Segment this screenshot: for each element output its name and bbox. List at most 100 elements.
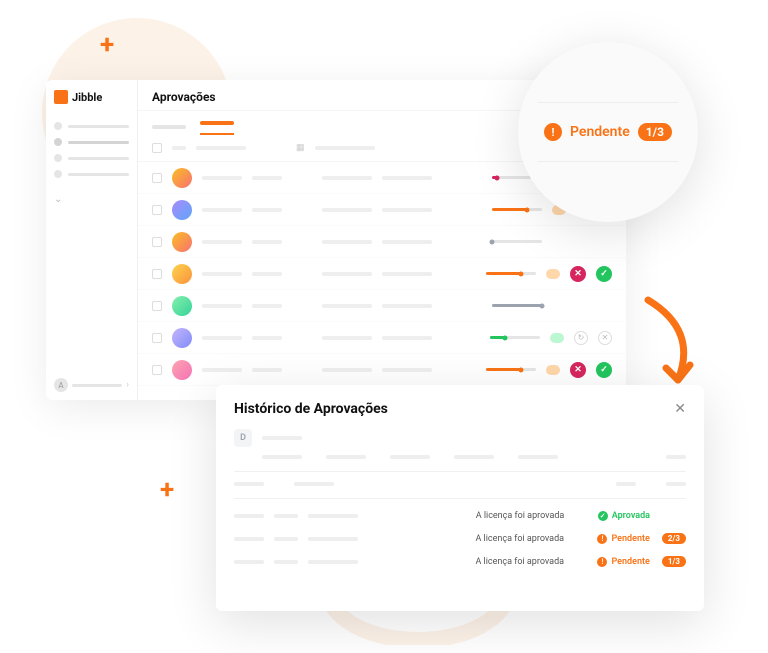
user-avatar <box>172 328 192 348</box>
user-avatar: A <box>54 378 68 392</box>
user-avatar: D <box>234 429 252 447</box>
cell <box>322 368 372 372</box>
cell <box>202 176 242 180</box>
status-badge <box>546 269 560 279</box>
cell <box>382 336 432 340</box>
user-avatar <box>172 232 192 252</box>
modal-subheader: D <box>234 429 686 447</box>
history-row: A licença foi aprovada ✓ Aprovada <box>234 505 686 527</box>
cell <box>252 304 282 308</box>
chevron-down-icon[interactable]: ⌄ <box>54 194 129 205</box>
cell <box>202 272 242 276</box>
zoom-callout: ! Pendente 1/3 <box>518 42 698 222</box>
cell <box>382 304 432 308</box>
status-count-badge: 2/3 <box>662 533 686 544</box>
user-avatar <box>172 360 192 380</box>
cell <box>202 368 242 372</box>
approve-button[interactable]: ✓ <box>596 266 612 282</box>
chevron-right-icon: › <box>126 380 129 390</box>
cell <box>382 176 432 180</box>
sidebar-footer[interactable]: A › <box>54 378 129 392</box>
progress-slider <box>492 304 542 307</box>
select-all-checkbox[interactable] <box>152 143 162 153</box>
cell <box>202 304 242 308</box>
cell <box>322 240 372 244</box>
status-badge: ! Pendente <box>597 557 649 567</box>
alert-icon: ! <box>544 123 562 141</box>
cell <box>322 208 372 212</box>
close-icon[interactable]: ✕ <box>598 331 612 345</box>
status-badge <box>546 365 560 375</box>
row-checkbox[interactable] <box>152 333 162 343</box>
tab-active[interactable] <box>200 119 234 135</box>
arrow-icon <box>628 290 718 400</box>
close-icon[interactable]: ✕ <box>674 401 686 417</box>
status-label: Pendente <box>611 557 649 567</box>
progress-slider <box>486 368 536 371</box>
progress-slider <box>492 208 542 211</box>
cell <box>202 240 242 244</box>
cell <box>252 176 282 180</box>
cell <box>322 336 372 340</box>
history-message: A licença foi aprovada <box>475 534 585 544</box>
history-modal: Histórico de Aprovações ✕ D A licença fo… <box>216 385 704 611</box>
status-badge: ! Pendente <box>597 534 649 544</box>
row-checkbox[interactable] <box>152 173 162 183</box>
history-row: A licença foi aprovada ! Pendente 1/3 <box>234 550 686 573</box>
cell <box>322 304 372 308</box>
sidebar-item[interactable] <box>54 134 129 150</box>
progress-slider <box>490 336 540 339</box>
sidebar: Jibble ⌄ A › <box>46 80 138 400</box>
cell <box>382 368 432 372</box>
row-checkbox[interactable] <box>152 269 162 279</box>
status-count-badge: 1/3 <box>638 123 672 141</box>
cell <box>252 208 282 212</box>
approve-button[interactable]: ✓ <box>596 362 612 378</box>
table-row[interactable] <box>138 290 626 322</box>
modal-title: Histórico de Aprovações <box>234 401 388 417</box>
brand-name: Jibble <box>72 91 102 104</box>
user-avatar <box>172 168 192 188</box>
history-list: A licença foi aprovada ✓ Aprovada A lice… <box>234 505 686 573</box>
reject-button[interactable]: ✕ <box>570 266 586 282</box>
brand-logo[interactable]: Jibble <box>54 90 129 104</box>
row-checkbox[interactable] <box>152 205 162 215</box>
progress-slider <box>486 272 536 275</box>
column-header <box>172 146 186 150</box>
table-row[interactable] <box>138 226 626 258</box>
calendar-icon[interactable]: ▦ <box>296 143 305 153</box>
sidebar-item[interactable] <box>54 166 129 182</box>
sidebar-item[interactable] <box>54 118 129 134</box>
cell <box>252 336 282 340</box>
reject-button[interactable]: ✕ <box>570 362 586 378</box>
cell <box>382 240 432 244</box>
history-icon[interactable]: ↻ <box>574 331 588 345</box>
cell <box>252 368 282 372</box>
history-message: A licença foi aprovada <box>476 511 586 521</box>
tab[interactable] <box>152 119 186 135</box>
column-header <box>196 146 246 150</box>
row-checkbox[interactable] <box>152 365 162 375</box>
modal-columns <box>234 455 686 459</box>
status-label: Pendente <box>611 534 649 544</box>
cell <box>202 208 242 212</box>
sidebar-item[interactable] <box>54 150 129 166</box>
table-row[interactable]: ↻✕ <box>138 322 626 354</box>
row-checkbox[interactable] <box>152 301 162 311</box>
cell <box>322 272 372 276</box>
user-avatar <box>172 200 192 220</box>
cell <box>382 208 432 212</box>
row-checkbox[interactable] <box>152 237 162 247</box>
cell <box>382 272 432 276</box>
cell <box>322 176 372 180</box>
column-header <box>315 146 375 150</box>
user-avatar <box>172 296 192 316</box>
table-row[interactable]: ✕✓ <box>138 354 626 386</box>
status-label: Aprovada <box>612 511 650 521</box>
status-badge: ✓ Aprovada <box>598 511 650 521</box>
status-count-badge: 1/3 <box>662 556 686 567</box>
cell <box>202 336 242 340</box>
table-row[interactable]: ✕✓ <box>138 258 626 290</box>
status-label: Pendente <box>570 124 630 140</box>
plus-icon: + <box>100 30 114 60</box>
